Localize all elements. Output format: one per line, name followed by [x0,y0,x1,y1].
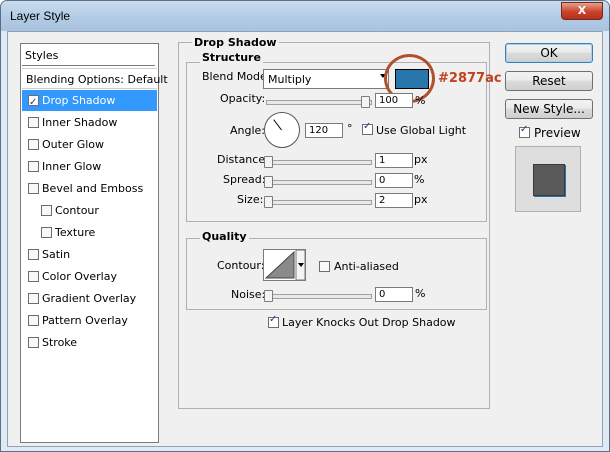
distance-slider-thumb[interactable] [264,156,273,168]
sidebar-item-label: Drop Shadow [42,94,116,107]
angle-dial[interactable] [264,112,300,148]
sidebar-item-gradient-overlay[interactable]: Gradient Overlay [22,288,157,309]
opacity-label: Opacity: [220,92,266,105]
noise-slider-thumb[interactable] [264,290,273,302]
preview-square [533,164,565,196]
color-annotation: #2877ac [438,71,502,86]
quality-title: Quality [200,230,249,243]
opacity-field[interactable]: 100 [375,93,413,108]
anti-aliased-checkbox[interactable] [319,261,330,272]
drop-shadow-checkbox[interactable] [28,92,39,113]
sidebar-item-label: Inner Shadow [42,116,118,129]
distance-unit: px [414,153,428,166]
sidebar-item-blending-options[interactable]: Blending Options: Default [22,68,168,89]
sidebar-item-pattern-overlay[interactable]: Pattern Overlay [22,310,157,331]
size-label: Size: [237,193,264,206]
sidebar-item-outer-glow[interactable]: Outer Glow [22,134,157,155]
shadow-color-swatch[interactable] [395,69,429,89]
sidebar-item-inner-glow[interactable]: Inner Glow [22,156,157,177]
layer-style-dialog: Layer Style X Styles Blending Options: D… [0,0,610,452]
distance-slider[interactable] [266,160,372,165]
sidebar-item-label: Color Overlay [42,270,117,283]
preview-checkbox[interactable] [519,124,530,138]
preview-thumbnail [515,146,581,212]
angle-field[interactable]: 120 [305,123,343,138]
size-unit: px [414,193,428,206]
sidebar-item-drop-shadow[interactable]: Drop Shadow [22,90,157,113]
noise-unit: % [415,287,426,300]
pattern-overlay-checkbox[interactable] [28,315,39,326]
contour-curve-icon [264,249,306,281]
contour-picker[interactable] [263,249,306,281]
sidebar-item-stroke[interactable]: Stroke [22,332,157,353]
noise-field[interactable]: 0 [375,287,413,302]
contour-label: Contour: [217,259,265,272]
sidebar-item-label: Stroke [42,336,78,349]
sidebar-item-label: Contour [55,204,99,217]
blend-mode-value: Multiply [268,73,312,86]
ok-button[interactable]: OK [505,43,593,63]
sidebar-item-label: Inner Glow [42,160,102,173]
preview-label[interactable]: Preview [534,126,581,140]
reset-button[interactable]: Reset [505,71,593,91]
spread-label: Spread: [223,173,266,186]
angle-unit: ° [347,122,353,135]
blend-mode-label: Blend Mode: [202,70,271,83]
sidebar-item-contour[interactable]: Contour [22,200,157,221]
opacity-slider[interactable] [266,100,372,105]
spread-unit: % [414,173,425,186]
opacity-unit: % [415,94,426,107]
structure-title: Structure [200,51,263,64]
use-global-light-checkbox[interactable] [362,121,373,135]
size-slider[interactable] [266,200,372,205]
window-title: Layer Style [10,9,71,23]
anti-aliased-label[interactable]: Anti-aliased [334,260,399,273]
size-field[interactable]: 2 [375,193,413,208]
angle-label: Angle: [230,124,266,137]
sidebar-item-satin[interactable]: Satin [22,244,157,265]
distance-label: Distance: [217,153,269,166]
size-slider-thumb[interactable] [264,196,273,208]
inner-shadow-checkbox[interactable] [28,117,39,128]
texture-checkbox[interactable] [41,227,52,238]
knocks-out-checkbox[interactable] [268,314,279,328]
satin-checkbox[interactable] [28,249,39,260]
sidebar-item-label: Outer Glow [42,138,105,151]
noise-label: Noise: [231,288,266,301]
color-overlay-checkbox[interactable] [28,271,39,282]
new-style-button[interactable]: New Style... [505,99,593,119]
gradient-overlay-checkbox[interactable] [28,293,39,304]
sidebar-item-label: Bevel and Emboss [42,182,144,195]
spread-field[interactable]: 0 [375,173,413,188]
title-bar[interactable]: Layer Style X [1,1,609,31]
angle-indicator [273,119,282,131]
inner-glow-checkbox[interactable] [28,161,39,172]
sidebar-item-label: Gradient Overlay [42,292,137,305]
styles-header[interactable]: Styles [22,45,155,66]
noise-slider[interactable] [266,294,372,299]
sidebar-item-label: Texture [55,226,96,239]
styles-list: Styles Blending Options: Default Drop Sh… [20,43,168,443]
sidebar-item-label: Satin [42,248,71,261]
sidebar-item-inner-shadow[interactable]: Inner Shadow [22,112,157,133]
use-global-light-label[interactable]: Use Global Light [376,124,466,137]
drop-shadow-title: Drop Shadow [192,36,279,49]
spread-slider-thumb[interactable] [264,176,273,188]
sidebar-item-color-overlay[interactable]: Color Overlay [22,266,157,287]
spread-slider[interactable] [266,180,372,185]
stroke-checkbox[interactable] [28,337,39,348]
dialog-body: Styles Blending Options: Default Drop Sh… [7,31,603,447]
sidebar-item-texture[interactable]: Texture [22,222,157,243]
outer-glow-checkbox[interactable] [28,139,39,150]
knocks-out-label[interactable]: Layer Knocks Out Drop Shadow [282,316,456,329]
opacity-slider-thumb[interactable] [361,96,370,108]
sidebar-item-label: Pattern Overlay [42,314,128,327]
close-button[interactable]: X [561,2,603,20]
sidebar-item-label: Blending Options: Default [26,73,168,86]
blend-mode-select[interactable]: Multiply [263,69,389,89]
bevel-and-emboss-checkbox[interactable] [28,183,39,194]
contour-checkbox[interactable] [41,205,52,216]
distance-field[interactable]: 1 [375,153,413,168]
sidebar-item-bevel-and-emboss[interactable]: Bevel and Emboss [22,178,157,199]
